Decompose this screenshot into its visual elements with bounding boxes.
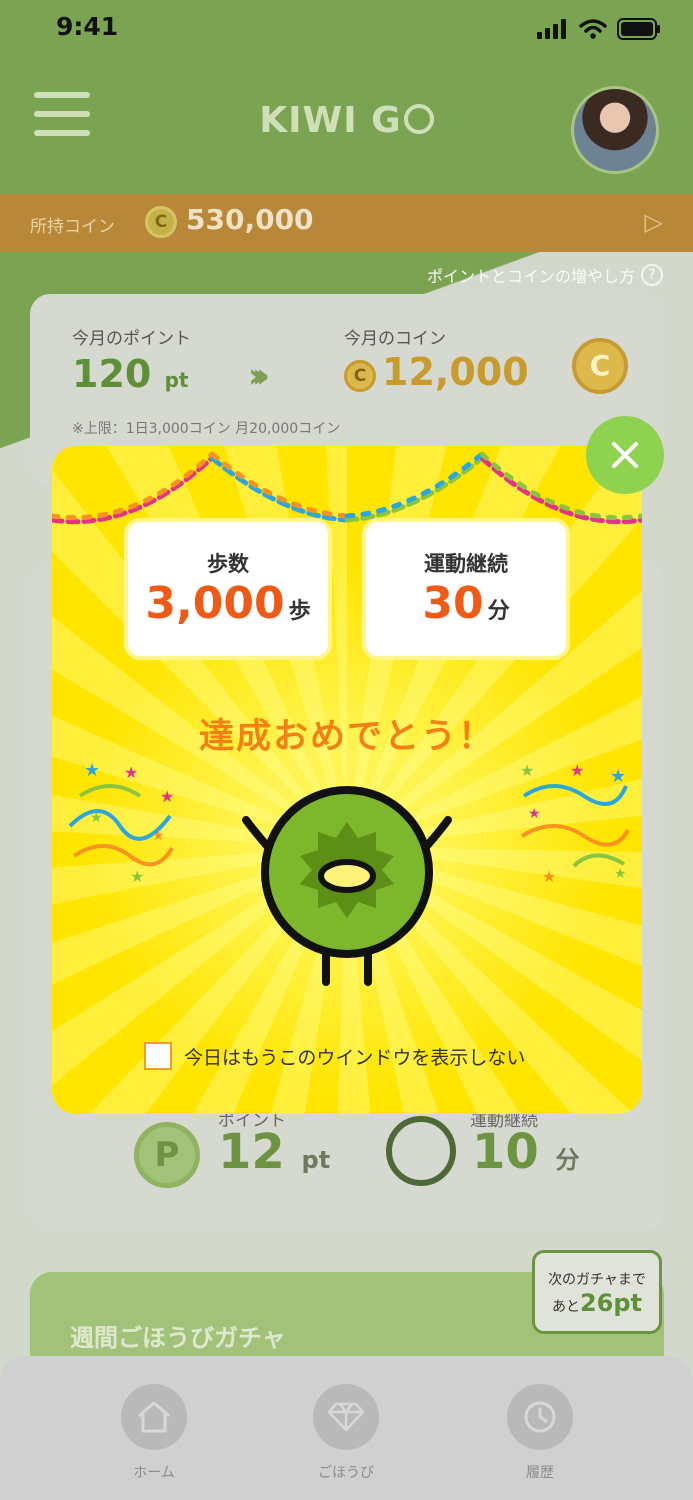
svg-text:★: ★ [84, 760, 100, 781]
exercise-stat-value: 30 [422, 578, 484, 629]
svg-text:★: ★ [542, 867, 556, 886]
confetti-left-icon: ★ ★ ★ ★ ★ ★ [68, 760, 174, 886]
svg-text:★: ★ [614, 866, 627, 882]
close-icon [612, 442, 638, 468]
achievement-modal: 歩数 3,000 歩 運動継続 30 分 達成おめでとう！ ★ ★ ★ ★ ★ ★ [52, 446, 642, 1114]
steps-stat-title: 歩数 [207, 552, 249, 576]
paper-chain-garland-icon [52, 451, 642, 525]
dont-show-checkbox[interactable] [144, 1042, 172, 1070]
dont-show-today-option[interactable]: 今日はもうこのウインドウを表示しない [144, 1042, 525, 1070]
svg-text:★: ★ [610, 766, 626, 787]
dont-show-label: 今日はもうこのウインドウを表示しない [184, 1046, 526, 1069]
svg-text:★: ★ [90, 810, 103, 826]
steps-stat-box: 歩数 3,000 歩 [124, 518, 332, 660]
confetti-right-icon: ★ ★ ★ ★ ★ ★ [520, 761, 630, 886]
steps-stat-unit: 歩 [288, 599, 311, 624]
svg-text:★: ★ [570, 761, 584, 780]
app-screen: 9:41 KIWI G 所持コイン C 530,000 ▷ ポイントとコインの増… [0, 0, 693, 1500]
exercise-stat-title: 運動継続 [424, 552, 508, 576]
close-modal-button[interactable] [586, 416, 664, 494]
svg-text:★: ★ [520, 761, 534, 780]
svg-text:★: ★ [152, 828, 165, 844]
svg-text:★: ★ [130, 867, 144, 886]
exercise-stat-unit: 分 [487, 599, 510, 624]
congrats-title: 達成おめでとう！ [198, 717, 495, 757]
steps-stat-value-row: 3,000 歩 [128, 578, 328, 629]
svg-text:★: ★ [528, 806, 541, 822]
steps-stat-value: 3,000 [145, 578, 285, 629]
kiwi-mascot-icon [242, 786, 452, 986]
exercise-stat-box: 運動継続 30 分 [362, 518, 570, 660]
svg-text:★: ★ [160, 787, 174, 806]
svg-text:★: ★ [124, 763, 138, 782]
exercise-stat-value-row: 30 分 [366, 578, 566, 629]
